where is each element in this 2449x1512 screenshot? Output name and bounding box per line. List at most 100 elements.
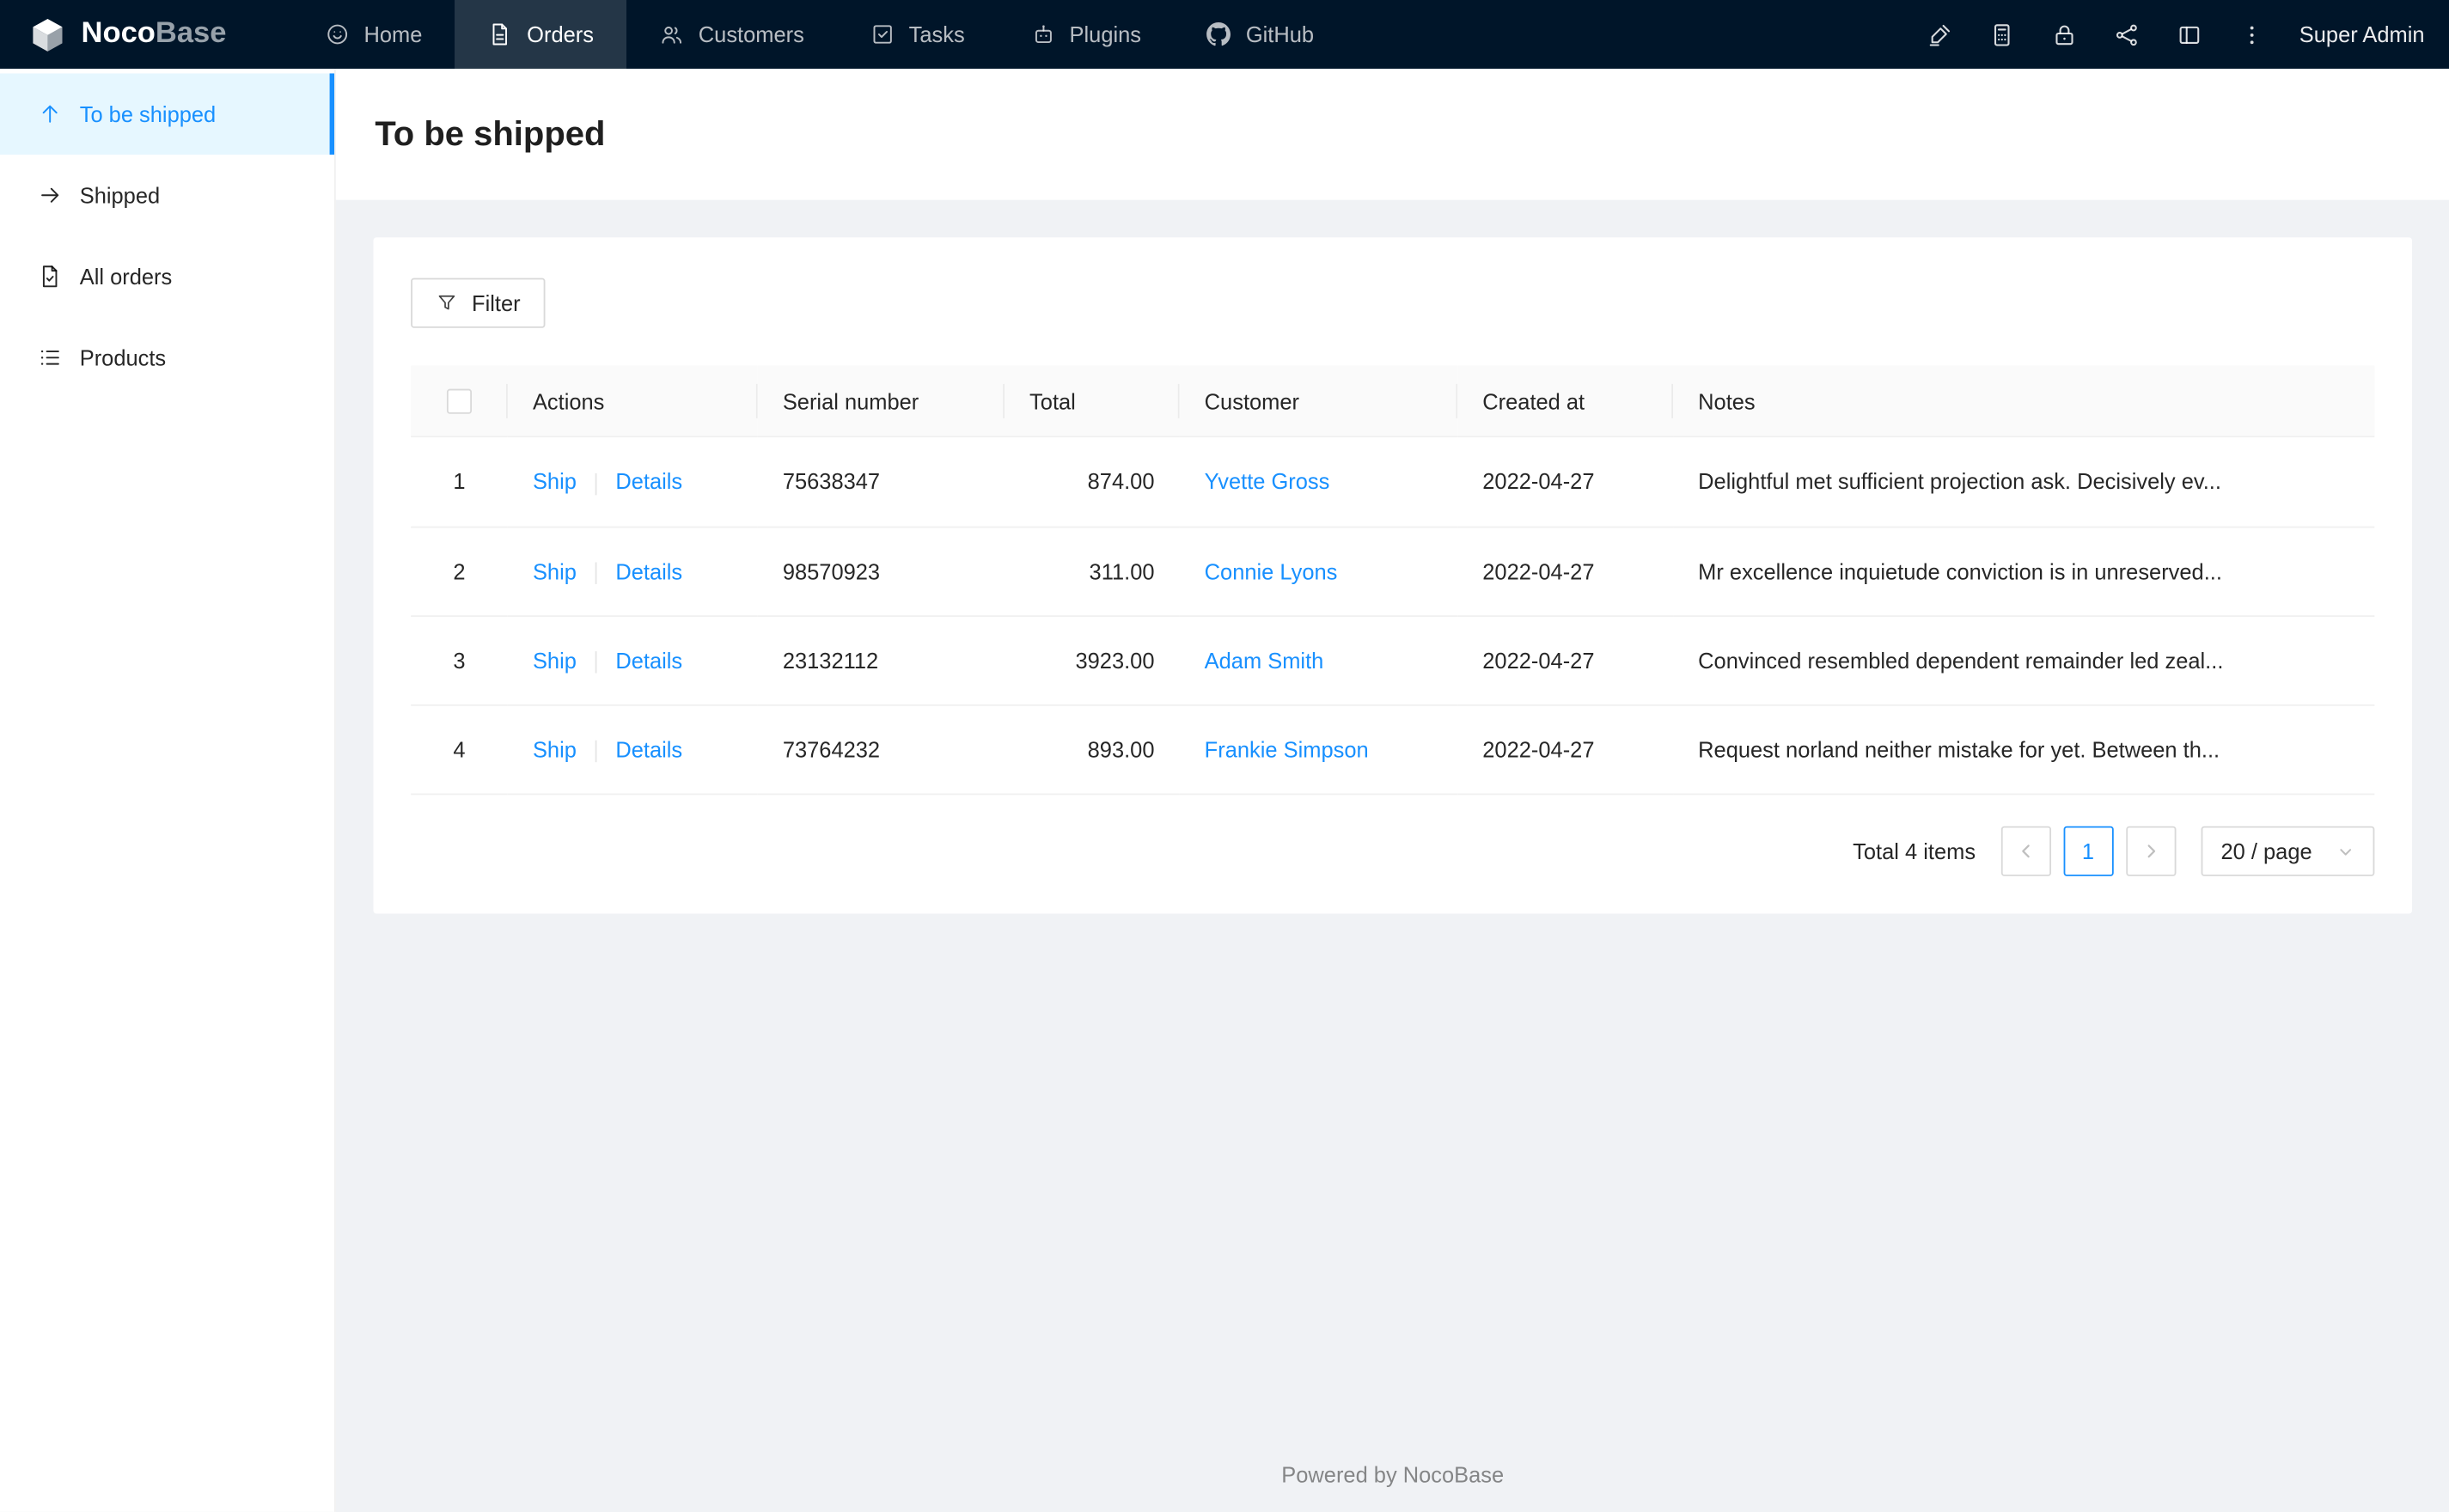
chevron-down-icon xyxy=(2340,849,2352,856)
sidebar-item-label: Products xyxy=(79,344,167,370)
nav-item-orders[interactable]: Orders xyxy=(455,0,627,69)
column-header-actions: Actions xyxy=(507,365,758,438)
customer-link[interactable]: Connie Lyons xyxy=(1205,558,1338,583)
serial-number-cell: 23132112 xyxy=(757,616,1005,707)
table-row: 4 Ship Details 73764232 893.00 Frankie Si… xyxy=(411,705,2375,796)
arrow-up-icon xyxy=(42,105,58,123)
column-header-serial-number: Serial number xyxy=(757,365,1005,438)
customer-link[interactable]: Adam Smith xyxy=(1205,649,1324,674)
sidebar-item-to-be-shipped[interactable]: To be shipped xyxy=(0,73,335,155)
content: Filter Actions Serial number Total Custo… xyxy=(336,200,2449,1512)
action-divider xyxy=(595,472,597,495)
details-link[interactable]: Details xyxy=(615,648,682,673)
filter-icon xyxy=(438,295,455,310)
file-done-icon xyxy=(42,265,58,288)
nocobase-logo-icon xyxy=(33,18,63,51)
created-at-cell: 2022-04-27 xyxy=(1457,616,1674,707)
notes-cell: Request norland neither mistake for yet.… xyxy=(1673,705,2375,796)
table-row: 1 Ship Details 75638347 874.00 Yvette Gro… xyxy=(411,436,2375,527)
nav-item-plugins[interactable]: Plugins xyxy=(998,0,1174,69)
ship-link[interactable]: Ship xyxy=(533,737,577,762)
main-area: To be shipped Filter Actions Serial numb… xyxy=(335,68,2449,1512)
filter-button-label: Filter xyxy=(472,290,521,316)
actions-cell: Ship Details xyxy=(507,436,758,527)
navbar-right: Super Admin xyxy=(1909,0,2449,69)
nav-item-github[interactable]: GitHub xyxy=(1174,0,1347,69)
collaboration-icon[interactable] xyxy=(2096,0,2159,69)
sidebar-item-label: Shipped xyxy=(79,182,161,208)
prev-page-button[interactable] xyxy=(2000,826,2051,877)
nav-item-home[interactable]: Home xyxy=(292,0,455,69)
actions-cell: Ship Details xyxy=(507,616,758,707)
row-index: 3 xyxy=(453,648,466,674)
more-icon[interactable] xyxy=(2221,0,2284,69)
details-link[interactable]: Details xyxy=(615,558,682,583)
layout-icon[interactable] xyxy=(2159,0,2221,69)
page-1-button[interactable]: 1 xyxy=(2062,826,2114,877)
footer: Powered by NocoBase xyxy=(374,1446,2412,1496)
orders-table: Actions Serial number Total Customer Cre… xyxy=(411,365,2375,796)
highlighter-icon[interactable] xyxy=(1909,0,1971,69)
nocobase-logo[interactable]: NocoBase xyxy=(0,0,248,69)
plugins-icon xyxy=(1035,25,1052,44)
actions-cell: Ship Details xyxy=(507,526,758,617)
select-all-checkbox[interactable] xyxy=(446,389,473,415)
action-divider xyxy=(595,651,597,674)
page-size-value: 20 / page xyxy=(2220,839,2312,865)
ship-link[interactable]: Ship xyxy=(533,558,577,583)
row-index: 4 xyxy=(453,737,466,763)
nav-item-label: Plugins xyxy=(1069,21,1142,47)
ship-link[interactable]: Ship xyxy=(533,648,577,673)
page-title: To be shipped xyxy=(375,113,606,154)
details-link[interactable]: Details xyxy=(615,737,682,762)
nav-item-customers[interactable]: Customers xyxy=(626,0,837,69)
page-size-select[interactable]: 20 / page xyxy=(2200,826,2375,877)
total-cell: 311.00 xyxy=(1004,526,1180,617)
lock-icon[interactable] xyxy=(2034,0,2097,69)
customer-cell: Frankie Simpson xyxy=(1179,705,1458,796)
orders-icon xyxy=(493,23,508,46)
created-at-cell: 2022-04-27 xyxy=(1457,705,1674,796)
tasks-icon xyxy=(873,25,892,44)
sidebar-item-shipped[interactable]: Shipped xyxy=(0,155,334,236)
action-divider xyxy=(595,562,597,584)
notes-cell: Convinced resembled dependent remainder … xyxy=(1673,616,2375,707)
page-header: To be shipped xyxy=(335,68,2449,200)
calculator-icon[interactable] xyxy=(1971,0,2034,69)
customer-link[interactable]: Yvette Gross xyxy=(1205,469,1330,494)
nav-item-label: Home xyxy=(363,21,423,47)
sidebar: To be shipped Shipped All orders Product… xyxy=(0,68,336,1512)
column-header-total: Total xyxy=(1004,365,1180,438)
sidebar-item-all-orders[interactable]: All orders xyxy=(0,236,334,318)
total-cell: 3923.00 xyxy=(1004,616,1180,707)
total-cell: 874.00 xyxy=(1004,436,1180,527)
table-row: 2 Ship Details 98570923 311.00 Connie Lyo… xyxy=(411,526,2375,617)
created-at-cell: 2022-04-27 xyxy=(1457,526,1674,617)
main-nav: Home Orders Customers Tasks Plugins GitH… xyxy=(292,0,1347,69)
serial-number-cell: 75638347 xyxy=(757,436,1005,527)
customer-cell: Adam Smith xyxy=(1179,616,1458,707)
row-index-cell: 1 xyxy=(411,436,508,527)
sidebar-item-label: All orders xyxy=(79,264,173,290)
details-link[interactable]: Details xyxy=(615,469,682,494)
nav-item-label: Orders xyxy=(527,21,594,47)
total-cell: 893.00 xyxy=(1004,705,1180,796)
filter-button[interactable]: Filter xyxy=(411,277,546,328)
customers-icon xyxy=(662,26,682,44)
ship-link[interactable]: Ship xyxy=(533,469,577,494)
created-at-cell: 2022-04-27 xyxy=(1457,436,1674,527)
actions-cell: Ship Details xyxy=(507,705,758,796)
github-icon xyxy=(1206,22,1231,46)
home-icon xyxy=(327,24,347,45)
next-page-button[interactable] xyxy=(2125,826,2176,877)
nav-item-label: GitHub xyxy=(1245,21,1315,47)
pagination: Total 4 items 1 20 / page xyxy=(411,826,2375,877)
table-row: 3 Ship Details 23132112 3923.00 Adam Smit… xyxy=(411,616,2375,707)
column-header-customer: Customer xyxy=(1179,365,1458,438)
sidebar-item-products[interactable]: Products xyxy=(0,317,334,399)
nav-item-tasks[interactable]: Tasks xyxy=(837,0,998,69)
pagination-total: Total 4 items xyxy=(1853,839,1976,865)
logo-text: NocoBase xyxy=(81,16,227,51)
customer-link[interactable]: Frankie Simpson xyxy=(1205,738,1369,763)
user-menu[interactable]: Super Admin xyxy=(2299,21,2425,46)
